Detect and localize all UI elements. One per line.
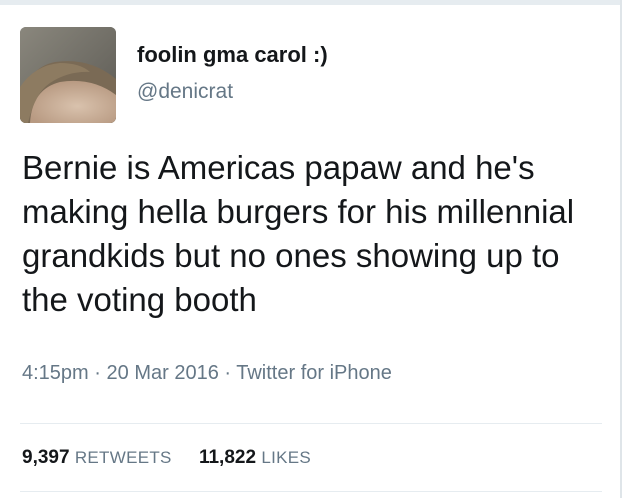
tweet-meta: 4:15pm · 20 Mar 2016 · Twitter for iPhon… <box>22 362 392 385</box>
tweet-stats: 9,397 RETWEETS 11,822 LIKES <box>22 447 333 469</box>
user-handle[interactable]: @denicrat <box>137 80 233 104</box>
tweet-source[interactable]: Twitter for iPhone <box>236 362 392 384</box>
likes-count: 11,822 <box>198 447 257 468</box>
avatar[interactable] <box>20 27 116 123</box>
likes-stat[interactable]: 11,822 LIKES <box>199 447 311 469</box>
retweets-label: RETWEETS <box>74 448 172 467</box>
divider <box>20 423 602 424</box>
meta-separator: · <box>94 362 101 384</box>
retweets-stat[interactable]: 9,397 RETWEETS <box>22 447 172 469</box>
retweets-count: 9,397 <box>22 447 70 468</box>
likes-label: LIKES <box>261 448 312 467</box>
tweet-date[interactable]: 20 Mar 2016 <box>107 362 219 384</box>
top-border <box>0 0 622 5</box>
display-name[interactable]: foolin gma carol :) <box>137 42 328 68</box>
meta-separator: · <box>224 362 232 384</box>
avatar-photo <box>20 27 116 123</box>
divider <box>20 491 602 492</box>
tweet-text: Bernie is Americas papaw and he's making… <box>22 149 575 318</box>
tweet-time[interactable]: 4:15pm <box>22 362 89 384</box>
